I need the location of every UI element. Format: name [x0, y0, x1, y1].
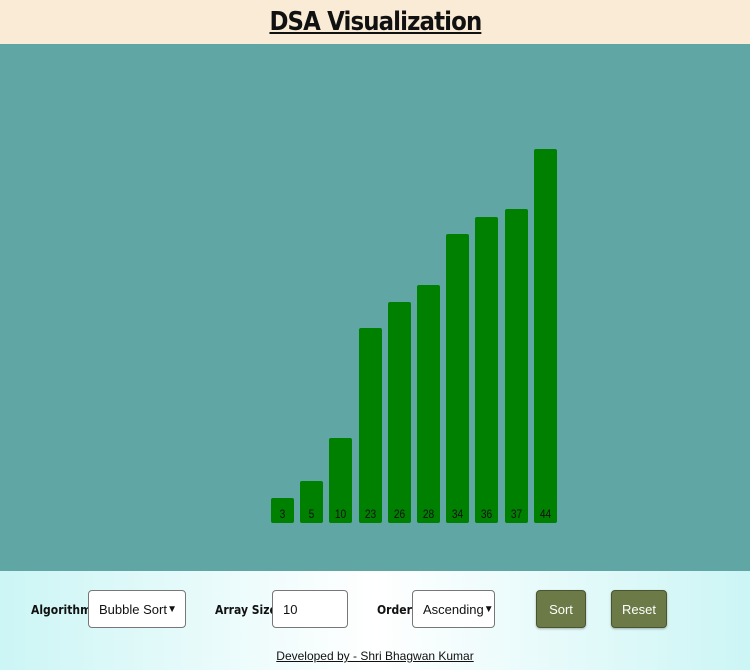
bar-value-label: 3 — [279, 507, 286, 521]
control-panel: Algorithm: Bubble Sort ▼ Array Size: 10 … — [0, 571, 750, 670]
array-bar — [446, 234, 469, 523]
algorithm-select-value: Bubble Sort — [99, 601, 167, 617]
chevron-down-icon: ▼ — [167, 603, 177, 615]
array-bar — [475, 217, 498, 523]
array-bar — [388, 302, 411, 523]
algorithm-label: Algorithm: — [31, 603, 96, 617]
bar-value-label: 44 — [539, 507, 552, 521]
developer-credit-link[interactable]: Developed by - Shri Bhagwan Kumar — [0, 649, 750, 663]
bar-value-label: 26 — [393, 507, 406, 521]
order-select[interactable]: Ascending ▼ — [412, 590, 495, 628]
order-label: Order: — [377, 603, 417, 617]
bar-value-label: 28 — [422, 507, 435, 521]
array-size-value: 10 — [283, 601, 298, 617]
order-select-value: Ascending — [423, 601, 484, 617]
bar-value-label: 36 — [480, 507, 493, 521]
bar-value-label: 23 — [364, 507, 377, 521]
bars-container: 3 5 10 23 26 28 34 36 37 44 — [0, 44, 750, 571]
page-title: DSA Visualization — [269, 7, 482, 37]
visualization-area: 3 5 10 23 26 28 34 36 37 44 — [0, 44, 750, 571]
sort-button[interactable]: Sort — [536, 590, 586, 628]
array-bar — [417, 285, 440, 523]
bar-value-label: 5 — [308, 507, 315, 521]
array-bar — [359, 327, 382, 523]
array-bar — [534, 149, 557, 523]
algorithm-select[interactable]: Bubble Sort ▼ — [88, 590, 186, 628]
bar-value-label: 34 — [451, 507, 464, 521]
bar-value-label: 10 — [334, 507, 347, 521]
array-bar — [505, 208, 528, 523]
chevron-down-icon: ▼ — [483, 603, 494, 615]
reset-button[interactable]: Reset — [611, 590, 667, 628]
bar-value-label: 37 — [510, 507, 523, 521]
header-bar: DSA Visualization — [0, 0, 750, 44]
array-size-input[interactable]: 10 — [272, 590, 348, 628]
